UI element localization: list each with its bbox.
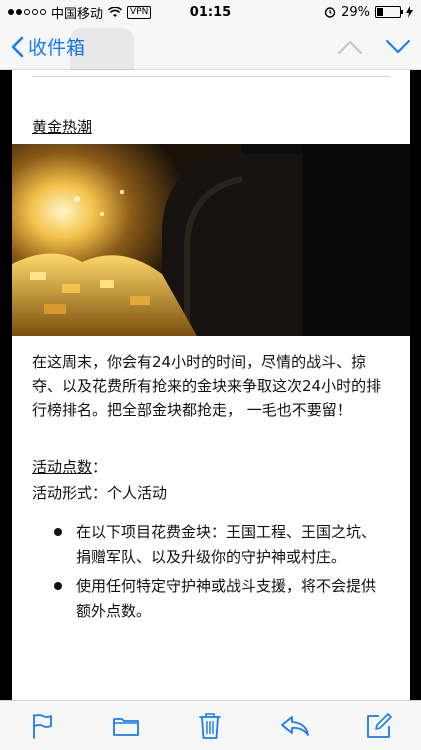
divider [32,76,390,77]
email-headline: 黄金热潮 [32,118,93,136]
list-item-text: 在以下项目花费金块：王国工程、王国之坑、捐赠军队、以及升级你的守护神或村庄。 [76,523,377,566]
wifi-icon [108,6,123,17]
reply-icon [280,715,309,736]
trash-icon [199,712,222,739]
compose-icon [366,712,392,738]
points-suffix: ： [92,458,108,476]
next-message-down-icon[interactable] [385,39,411,55]
rules-list: 在以下项目花费金块：王国工程、王国之坑、捐赠军队、以及升级你的守护神或村庄。 使… [52,520,382,628]
signal-strength-icon [8,9,46,15]
alarm-icon [324,7,336,18]
compose-button[interactable] [359,706,399,746]
flag-button[interactable] [22,706,62,746]
nav-bar: 收件箱 [0,24,421,88]
vpn-badge: VPN [127,5,152,19]
points-label: 活动点数 [32,458,93,476]
chevron-left-icon [11,36,24,57]
list-item: 在以下项目花费金块：王国工程、王国之坑、捐赠军队、以及升级你的守护神或村庄。 [52,520,382,570]
bullet-dot [54,528,62,536]
bottom-toolbar [0,700,421,750]
folder-icon [113,717,140,736]
gold-treasure-banner-image [12,144,410,336]
charging-icon [406,6,413,18]
format-line: 活动形式：个人活动 [32,484,168,502]
list-item: 使用任何特定守护神或战斗支援，将不会提供额外点数。 [52,574,382,624]
email-card: 黄金热潮 在这周末，你会有24小时的时间，尽情的战斗、掠夺、以及花费所有抢来的金… [12,70,410,700]
reply-button[interactable] [275,706,315,746]
bullet-dot [54,582,62,590]
delete-button[interactable] [190,706,230,746]
list-item-text: 使用任何特定守护神或战斗支援，将不会提供额外点数。 [76,577,377,620]
email-paragraph: 在这周末，你会有24小时的时间，尽情的战斗、掠夺、以及花费所有抢来的金块来争取这… [32,353,382,419]
previous-message-up-icon[interactable] [337,39,363,55]
carrier-name: 中国移动 [51,6,104,22]
points-heading: 活动点数： [32,456,107,477]
flag-icon [33,713,52,739]
move-to-folder-button[interactable] [106,706,146,746]
email-body-viewport[interactable]: 黄金热潮 在这周末，你会有24小时的时间，尽情的战斗、掠夺、以及花费所有抢来的金… [0,70,421,700]
battery-icon [375,6,403,18]
battery-percent: 29% [341,4,370,20]
status-bar: 中国移动 VPN 01:15 29% [0,0,421,24]
